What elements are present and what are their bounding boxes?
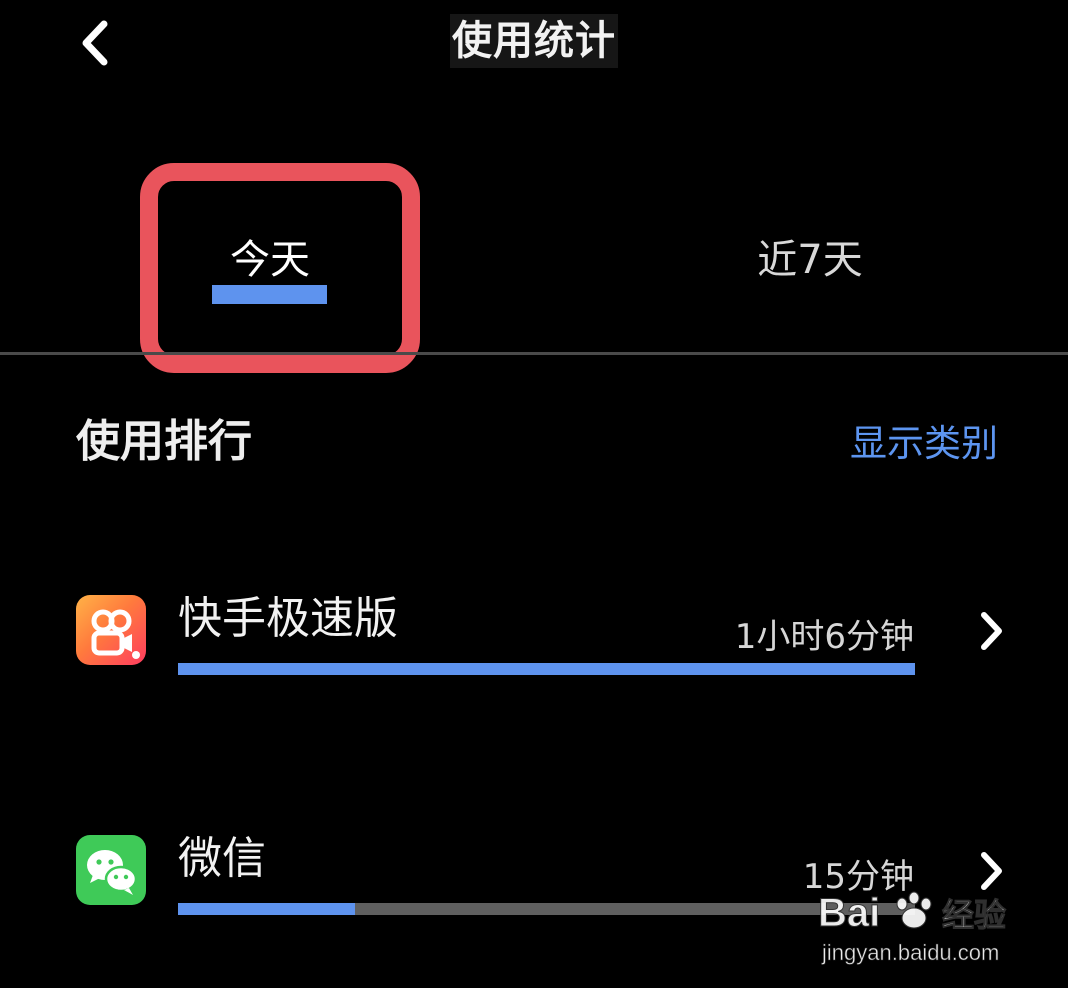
kuaishou-lite-icon bbox=[76, 595, 146, 665]
usage-progress-fill bbox=[178, 903, 355, 915]
usage-progress-bar bbox=[178, 663, 915, 675]
section-title: 使用排行 bbox=[76, 416, 252, 467]
chevron-right-icon bbox=[976, 611, 1006, 651]
tabs-divider bbox=[0, 352, 1068, 355]
tab-selected-indicator bbox=[212, 285, 327, 304]
app-usage-row-kuaishou[interactable]: 快手极速版 1小时6分钟 bbox=[0, 585, 1068, 695]
show-category-link[interactable]: 显示类别 bbox=[850, 418, 998, 470]
tab-last-7-days-label: 近7天 bbox=[757, 237, 863, 283]
tab-today[interactable]: 今天 bbox=[200, 228, 340, 304]
page-title: 使用统计 bbox=[450, 14, 618, 68]
usage-progress-bar bbox=[178, 903, 915, 915]
wechat-icon bbox=[76, 835, 146, 905]
app-usage-row-wechat[interactable]: 微信 15分钟 bbox=[0, 825, 1068, 935]
app-usage-duration: 15分钟 bbox=[802, 857, 914, 897]
chevron-right-icon bbox=[976, 851, 1006, 891]
back-button[interactable] bbox=[70, 18, 120, 68]
tab-last-7-days[interactable]: 近7天 bbox=[730, 228, 890, 300]
svg-text:jingyan.baidu.com: jingyan.baidu.com bbox=[821, 940, 999, 965]
usage-progress-fill bbox=[178, 663, 915, 675]
tab-today-label: 今天 bbox=[230, 237, 310, 283]
chevron-left-icon bbox=[82, 20, 108, 66]
app-name: 微信 bbox=[178, 833, 266, 884]
app-name: 快手极速版 bbox=[178, 593, 398, 644]
app-usage-duration: 1小时6分钟 bbox=[734, 617, 914, 657]
